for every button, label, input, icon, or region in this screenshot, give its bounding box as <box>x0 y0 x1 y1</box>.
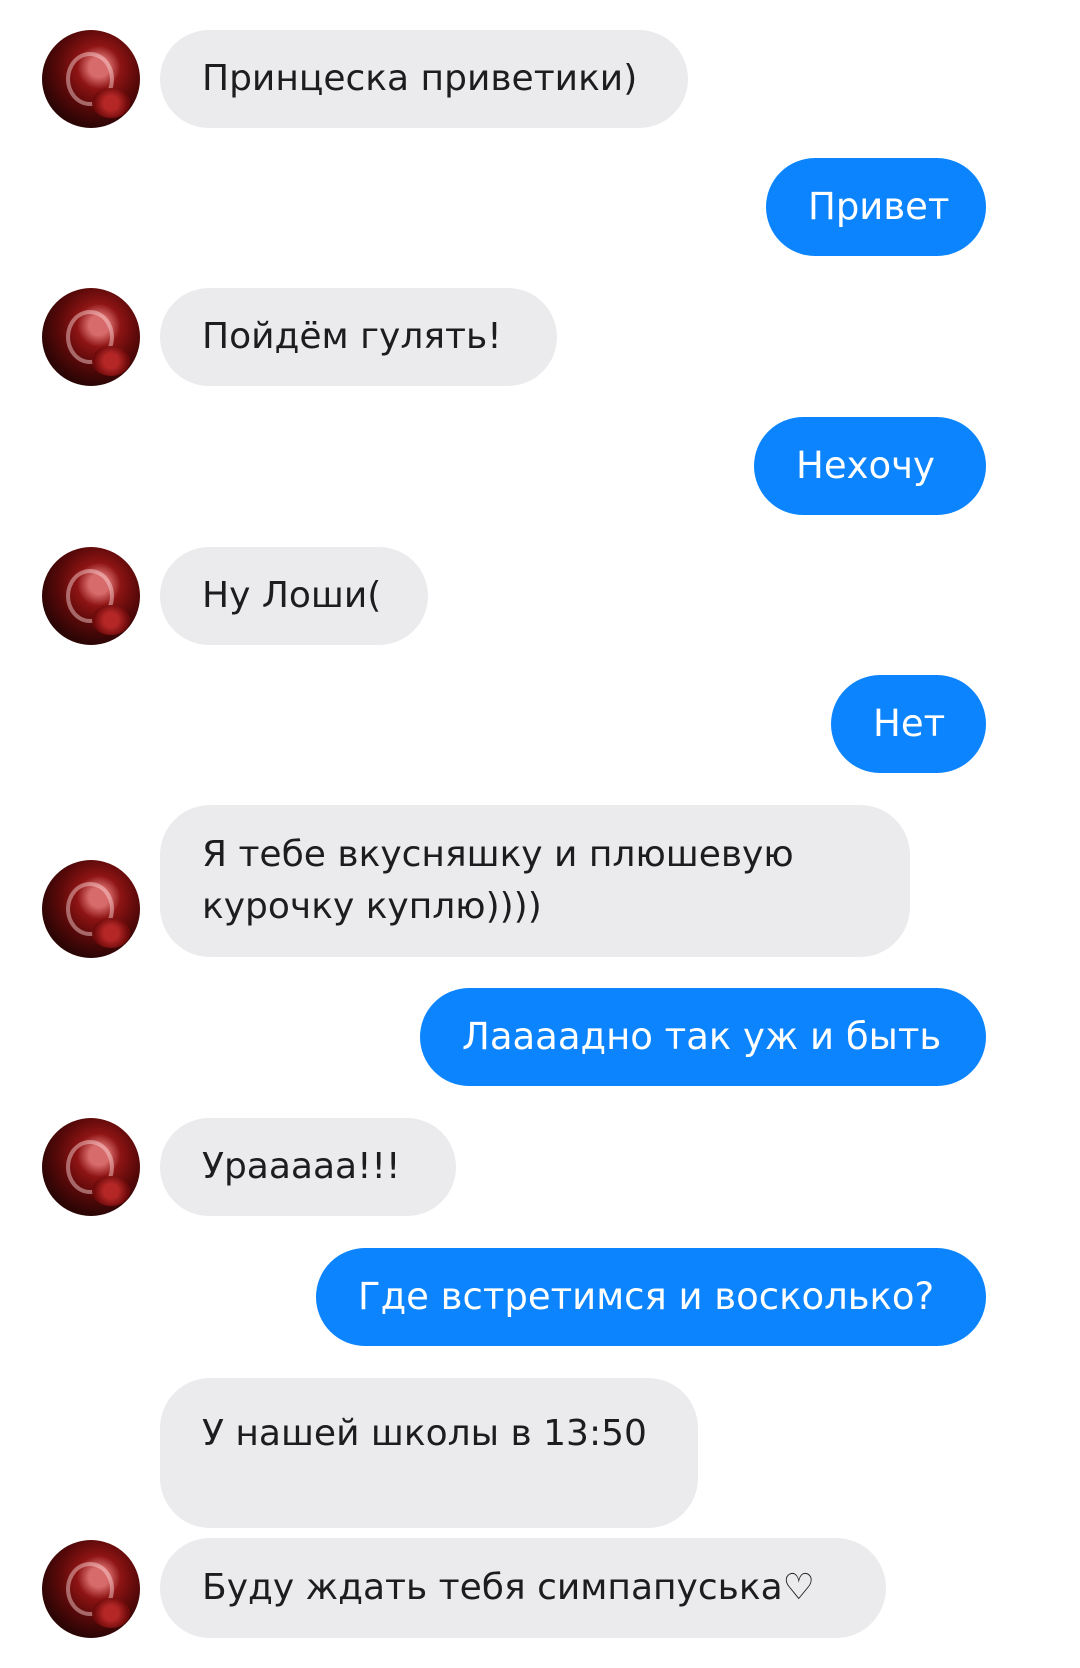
message-text: Пойдём гулять! <box>202 316 502 357</box>
contact-avatar[interactable] <box>42 288 140 386</box>
incoming-message[interactable]: Урааааа!!! <box>160 1118 456 1216</box>
contact-avatar[interactable] <box>42 860 140 958</box>
outgoing-message[interactable]: Лаааадно так уж и быть <box>420 988 986 1086</box>
incoming-message[interactable]: У нашей школы в 13:50 <box>160 1378 698 1528</box>
incoming-message[interactable]: Принцеска приветики) <box>160 30 688 128</box>
message-text: Привет <box>808 185 950 228</box>
outgoing-message[interactable]: Нехочу <box>754 417 986 515</box>
message-text: Нет <box>873 702 946 745</box>
contact-avatar[interactable] <box>42 1118 140 1216</box>
incoming-message[interactable]: Ну Лоши( <box>160 547 428 645</box>
incoming-message[interactable]: Пойдём гулять! <box>160 288 557 386</box>
incoming-message[interactable]: Я тебе вкусняшку и плюшевую курочку купл… <box>160 805 910 957</box>
contact-avatar[interactable] <box>42 547 140 645</box>
message-text: Урааааа!!! <box>202 1146 401 1187</box>
message-text: Нехочу <box>796 444 935 487</box>
message-text: Буду ждать тебя симпапуська♡ <box>202 1567 815 1608</box>
outgoing-message[interactable]: Нет <box>831 675 986 773</box>
message-text: У нашей школы в 13:50 <box>202 1413 647 1454</box>
message-text-line1: Я тебе вкусняшку и плюшевую <box>202 834 794 875</box>
outgoing-message[interactable]: Где встретимся и восколько? <box>316 1248 986 1346</box>
chat-screen: { "messages": [ {"side": "in", "text": "… <box>0 0 1080 1668</box>
incoming-message[interactable]: Буду ждать тебя симпапуська♡ <box>160 1538 886 1638</box>
outgoing-message[interactable]: Привет <box>766 158 986 256</box>
message-text: Лаааадно так уж и быть <box>462 1015 942 1058</box>
message-text: Где встретимся и восколько? <box>358 1275 935 1318</box>
message-text: Принцеска приветики) <box>202 58 638 99</box>
contact-avatar[interactable] <box>42 1540 140 1638</box>
message-text: Ну Лоши( <box>202 575 382 616</box>
message-text-line2: курочку куплю)))) <box>202 886 542 927</box>
contact-avatar[interactable] <box>42 30 140 128</box>
